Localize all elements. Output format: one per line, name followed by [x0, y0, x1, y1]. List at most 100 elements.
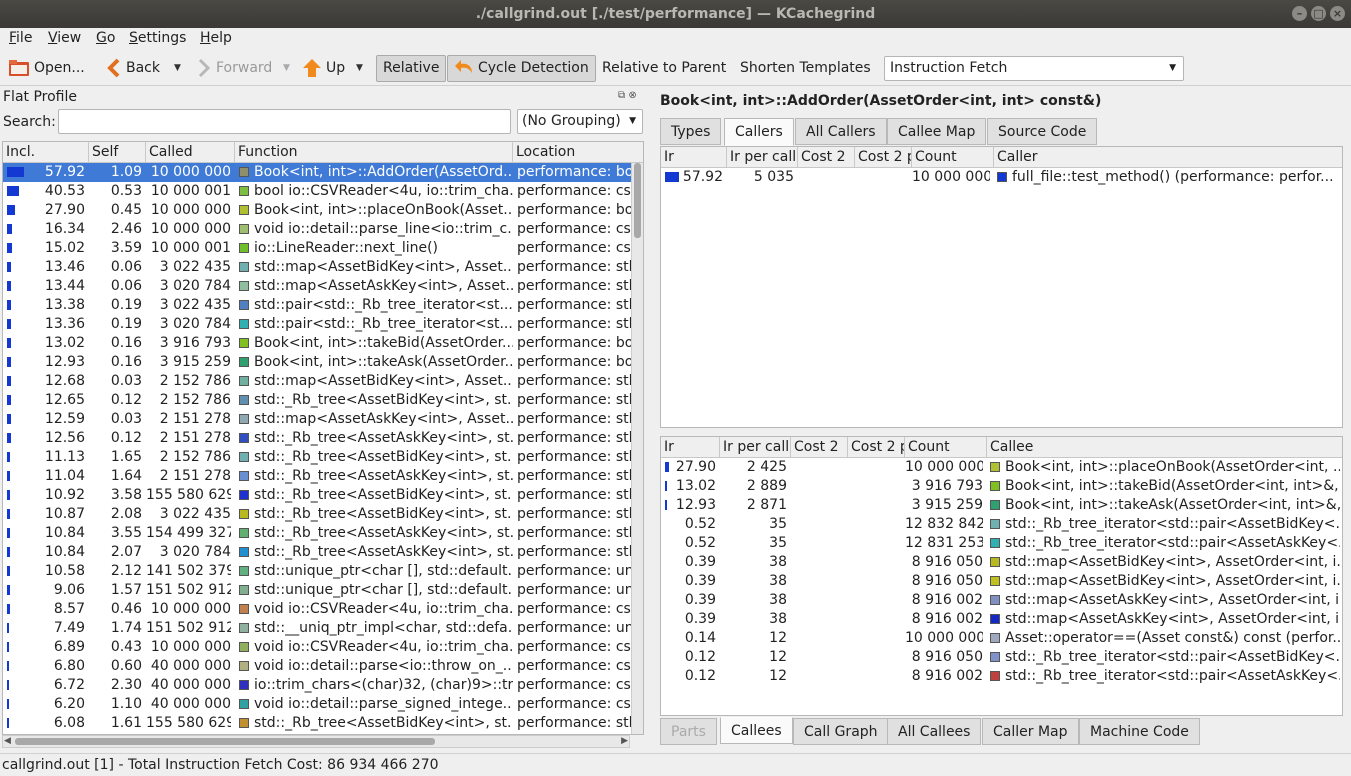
callee-row[interactable]: 0.39 38 8 916 002 std::map<AssetAskKey<int>…: [661, 591, 1342, 610]
tab-callee-map[interactable]: Callee Map: [887, 118, 987, 145]
table-row[interactable]: 12.59 0.03 2 151 278 std::map<AssetAskKey<i…: [3, 410, 643, 429]
table-row[interactable]: 10.58 2.12 141 502 379 std::unique_ptr<char…: [3, 562, 643, 581]
callee-row[interactable]: 13.02 2 889 3 916 793 Book<int, int>::takeB…: [661, 477, 1342, 496]
grouping-select[interactable]: (No Grouping) ▼: [517, 109, 643, 134]
tab-all-callees[interactable]: All Callees: [887, 718, 982, 745]
col-function[interactable]: Function: [235, 142, 513, 163]
open-button[interactable]: Open...: [8, 55, 85, 82]
table-row[interactable]: 6.08 1.61 155 580 629 std::_Rb_tree<AssetBi…: [3, 714, 643, 733]
col-self[interactable]: Self: [89, 142, 146, 163]
scrollbar-thumb[interactable]: [634, 163, 641, 238]
col-count[interactable]: Count: [912, 147, 994, 168]
dock-float-close-icon[interactable]: ⧉ ⊗: [618, 90, 637, 101]
table-row[interactable]: 16.34 2.46 10 000 000 void io::detail::pars…: [3, 220, 643, 239]
table-row[interactable]: 9.06 1.57 151 502 912 std::unique_ptr<char …: [3, 581, 643, 600]
callee-row[interactable]: 0.52 35 12 831 253 std::_Rb_tree_iterator<s…: [661, 534, 1342, 553]
col-ir[interactable]: Ir: [661, 437, 720, 458]
table-row[interactable]: 10.84 3.55 154 499 327 std::_Rb_tree<AssetA…: [3, 524, 643, 543]
close-icon[interactable]: ×: [1330, 6, 1345, 21]
tab-machine-code[interactable]: Machine Code: [1079, 718, 1200, 745]
table-row[interactable]: 7.49 1.74 151 502 912 std::__uniq_ptr_impl<…: [3, 619, 643, 638]
col-caller[interactable]: Caller: [994, 147, 1342, 168]
table-row[interactable]: 10.92 3.58 155 580 629 std::_Rb_tree<AssetB…: [3, 486, 643, 505]
table-row[interactable]: 13.36 0.19 3 020 784 std::pair<std::_Rb_tre…: [3, 315, 643, 334]
col-called[interactable]: Called: [146, 142, 235, 163]
table-row[interactable]: 6.89 0.43 10 000 000 void io::CSVReader<4u,…: [3, 638, 643, 657]
scroll-left-icon[interactable]: ◀: [4, 736, 11, 746]
callee-row[interactable]: 0.39 38 8 916 050 std::map<AssetBidKey<int>…: [661, 553, 1342, 572]
col-ir-per-call[interactable]: Ir per call: [727, 147, 798, 168]
back-button[interactable]: Back: [106, 55, 160, 82]
callee-row[interactable]: 0.12 12 8 916 050 std::_Rb_tree_iterator<st…: [661, 648, 1342, 667]
menu-go[interactable]: Go: [96, 30, 115, 46]
tab-caller-map[interactable]: Caller Map: [982, 718, 1079, 745]
table-row[interactable]: 11.13 1.65 2 152 786 std::_Rb_tree<AssetBid…: [3, 448, 643, 467]
table-row[interactable]: 6.80 0.60 40 000 000 void io::detail::parse…: [3, 657, 643, 676]
col-incl[interactable]: Incl.: [3, 142, 89, 163]
table-row[interactable]: 12.93 0.16 3 915 259 Book<int, int>::takeAs…: [3, 353, 643, 372]
tab-all-callers[interactable]: All Callers: [795, 118, 887, 145]
table-row[interactable]: 12.56 0.12 2 151 278 std::_Rb_tree<AssetAsk…: [3, 429, 643, 448]
menu-settings[interactable]: Settings: [129, 30, 186, 46]
callee-row[interactable]: 0.39 38 8 916 002 std::map<AssetAskKey<int>…: [661, 610, 1342, 629]
cycle-detection-toggle[interactable]: Cycle Detection: [447, 55, 596, 82]
tab-types[interactable]: Types: [660, 118, 722, 145]
callee-row[interactable]: 0.14 12 10 000 000 Asset::operator==(Asset …: [661, 629, 1342, 648]
col-cost2[interactable]: Cost 2: [798, 147, 855, 168]
callee-row[interactable]: 0.52 35 12 832 842 std::_Rb_tree_iterator<s…: [661, 515, 1342, 534]
forward-dropdown-icon[interactable]: ▼: [283, 55, 290, 82]
table-row[interactable]: 11.04 1.64 2 151 278 std::_Rb_tree<AssetAsk…: [3, 467, 643, 486]
table-row[interactable]: 8.57 0.46 10 000 000 void io::CSVReader<4u,…: [3, 600, 643, 619]
table-row[interactable]: 13.44 0.06 3 020 784 std::map<AssetAskKey<i…: [3, 277, 643, 296]
table-row[interactable]: 10.87 2.08 3 022 435 std::_Rb_tree<AssetBid…: [3, 505, 643, 524]
scrollbar-thumb[interactable]: [15, 738, 435, 745]
col-cost2-per-call[interactable]: Cost 2 p: [855, 147, 912, 168]
tab-call-graph[interactable]: Call Graph: [793, 718, 889, 745]
col-ir-per-call[interactable]: Ir per call: [720, 437, 791, 458]
table-row[interactable]: 6.20 1.10 40 000 000 void io::detail::parse…: [3, 695, 643, 714]
table-row[interactable]: 15.02 3.59 10 000 001 io::LineReader::next_…: [3, 239, 643, 258]
table-row[interactable]: 12.68 0.03 2 152 786 std::map<AssetBidKey<i…: [3, 372, 643, 391]
table-row[interactable]: 6.72 2.30 40 000 000 io::trim_chars<(char)3…: [3, 676, 643, 695]
callee-row[interactable]: 12.93 2 871 3 915 259 Book<int, int>::takeA…: [661, 496, 1342, 515]
table-row[interactable]: 12.65 0.12 2 152 786 std::_Rb_tree<AssetBid…: [3, 391, 643, 410]
shorten-templates-toggle[interactable]: Shorten Templates: [740, 55, 871, 82]
forward-button[interactable]: Forward: [196, 55, 272, 82]
menu-help[interactable]: Help: [200, 30, 232, 46]
caller-row[interactable]: 57.92 5 035 10 000 000 full_file::test_meth…: [661, 168, 1342, 187]
vertical-scrollbar[interactable]: [631, 163, 643, 734]
col-ir[interactable]: Ir: [661, 147, 727, 168]
menu-view[interactable]: View: [48, 30, 81, 46]
col-location[interactable]: Location: [513, 142, 643, 163]
tab-callers[interactable]: Callers: [724, 118, 794, 146]
callee-row[interactable]: 0.39 38 8 916 050 std::map<AssetBidKey<int>…: [661, 572, 1342, 591]
col-cost2[interactable]: Cost 2: [791, 437, 848, 458]
menu-file[interactable]: File: [9, 30, 32, 46]
table-row[interactable]: 13.46 0.06 3 022 435 std::map<AssetBidKey<i…: [3, 258, 643, 277]
table-row[interactable]: 27.90 0.45 10 000 000 Book<int, int>::place…: [3, 201, 643, 220]
callee-row[interactable]: 27.90 2 425 10 000 000 Book<int, int>::plac…: [661, 458, 1342, 477]
relative-to-parent-toggle[interactable]: Relative to Parent: [602, 55, 726, 82]
table-row[interactable]: 13.38 0.19 3 022 435 std::pair<std::_Rb_tre…: [3, 296, 643, 315]
up-button[interactable]: Up: [302, 55, 345, 82]
tab-parts[interactable]: Parts: [660, 718, 717, 745]
back-dropdown-icon[interactable]: ▼: [174, 55, 181, 82]
col-cost2-per-call[interactable]: Cost 2 p: [848, 437, 905, 458]
col-callee[interactable]: Callee: [987, 437, 1342, 458]
table-row[interactable]: 10.84 2.07 3 020 784 std::_Rb_tree<AssetAsk…: [3, 543, 643, 562]
maximize-icon[interactable]: □: [1311, 6, 1326, 21]
callee-row[interactable]: 0.12 12 8 916 002 std::_Rb_tree_iterator<st…: [661, 667, 1342, 686]
relative-toggle[interactable]: Relative: [376, 55, 447, 82]
tab-callees[interactable]: Callees: [720, 717, 793, 744]
table-row[interactable]: 40.53 0.53 10 000 001 bool io::CSVReader<4u…: [3, 182, 643, 201]
table-row[interactable]: 13.02 0.16 3 916 793 Book<int, int>::takeBi…: [3, 334, 643, 353]
col-count[interactable]: Count: [905, 437, 987, 458]
tab-source-code[interactable]: Source Code: [987, 118, 1098, 145]
table-row[interactable]: 57.92 1.09 10 000 000 Book<int, int>::AddOr…: [3, 163, 643, 182]
up-dropdown-icon[interactable]: ▼: [356, 55, 363, 82]
horizontal-scrollbar[interactable]: ◀ ▶: [2, 735, 630, 748]
search-input[interactable]: [58, 109, 511, 134]
event-type-select[interactable]: Instruction Fetch ▼: [884, 56, 1184, 81]
minimize-icon[interactable]: –: [1292, 6, 1307, 21]
scroll-right-icon[interactable]: ▶: [621, 736, 628, 746]
